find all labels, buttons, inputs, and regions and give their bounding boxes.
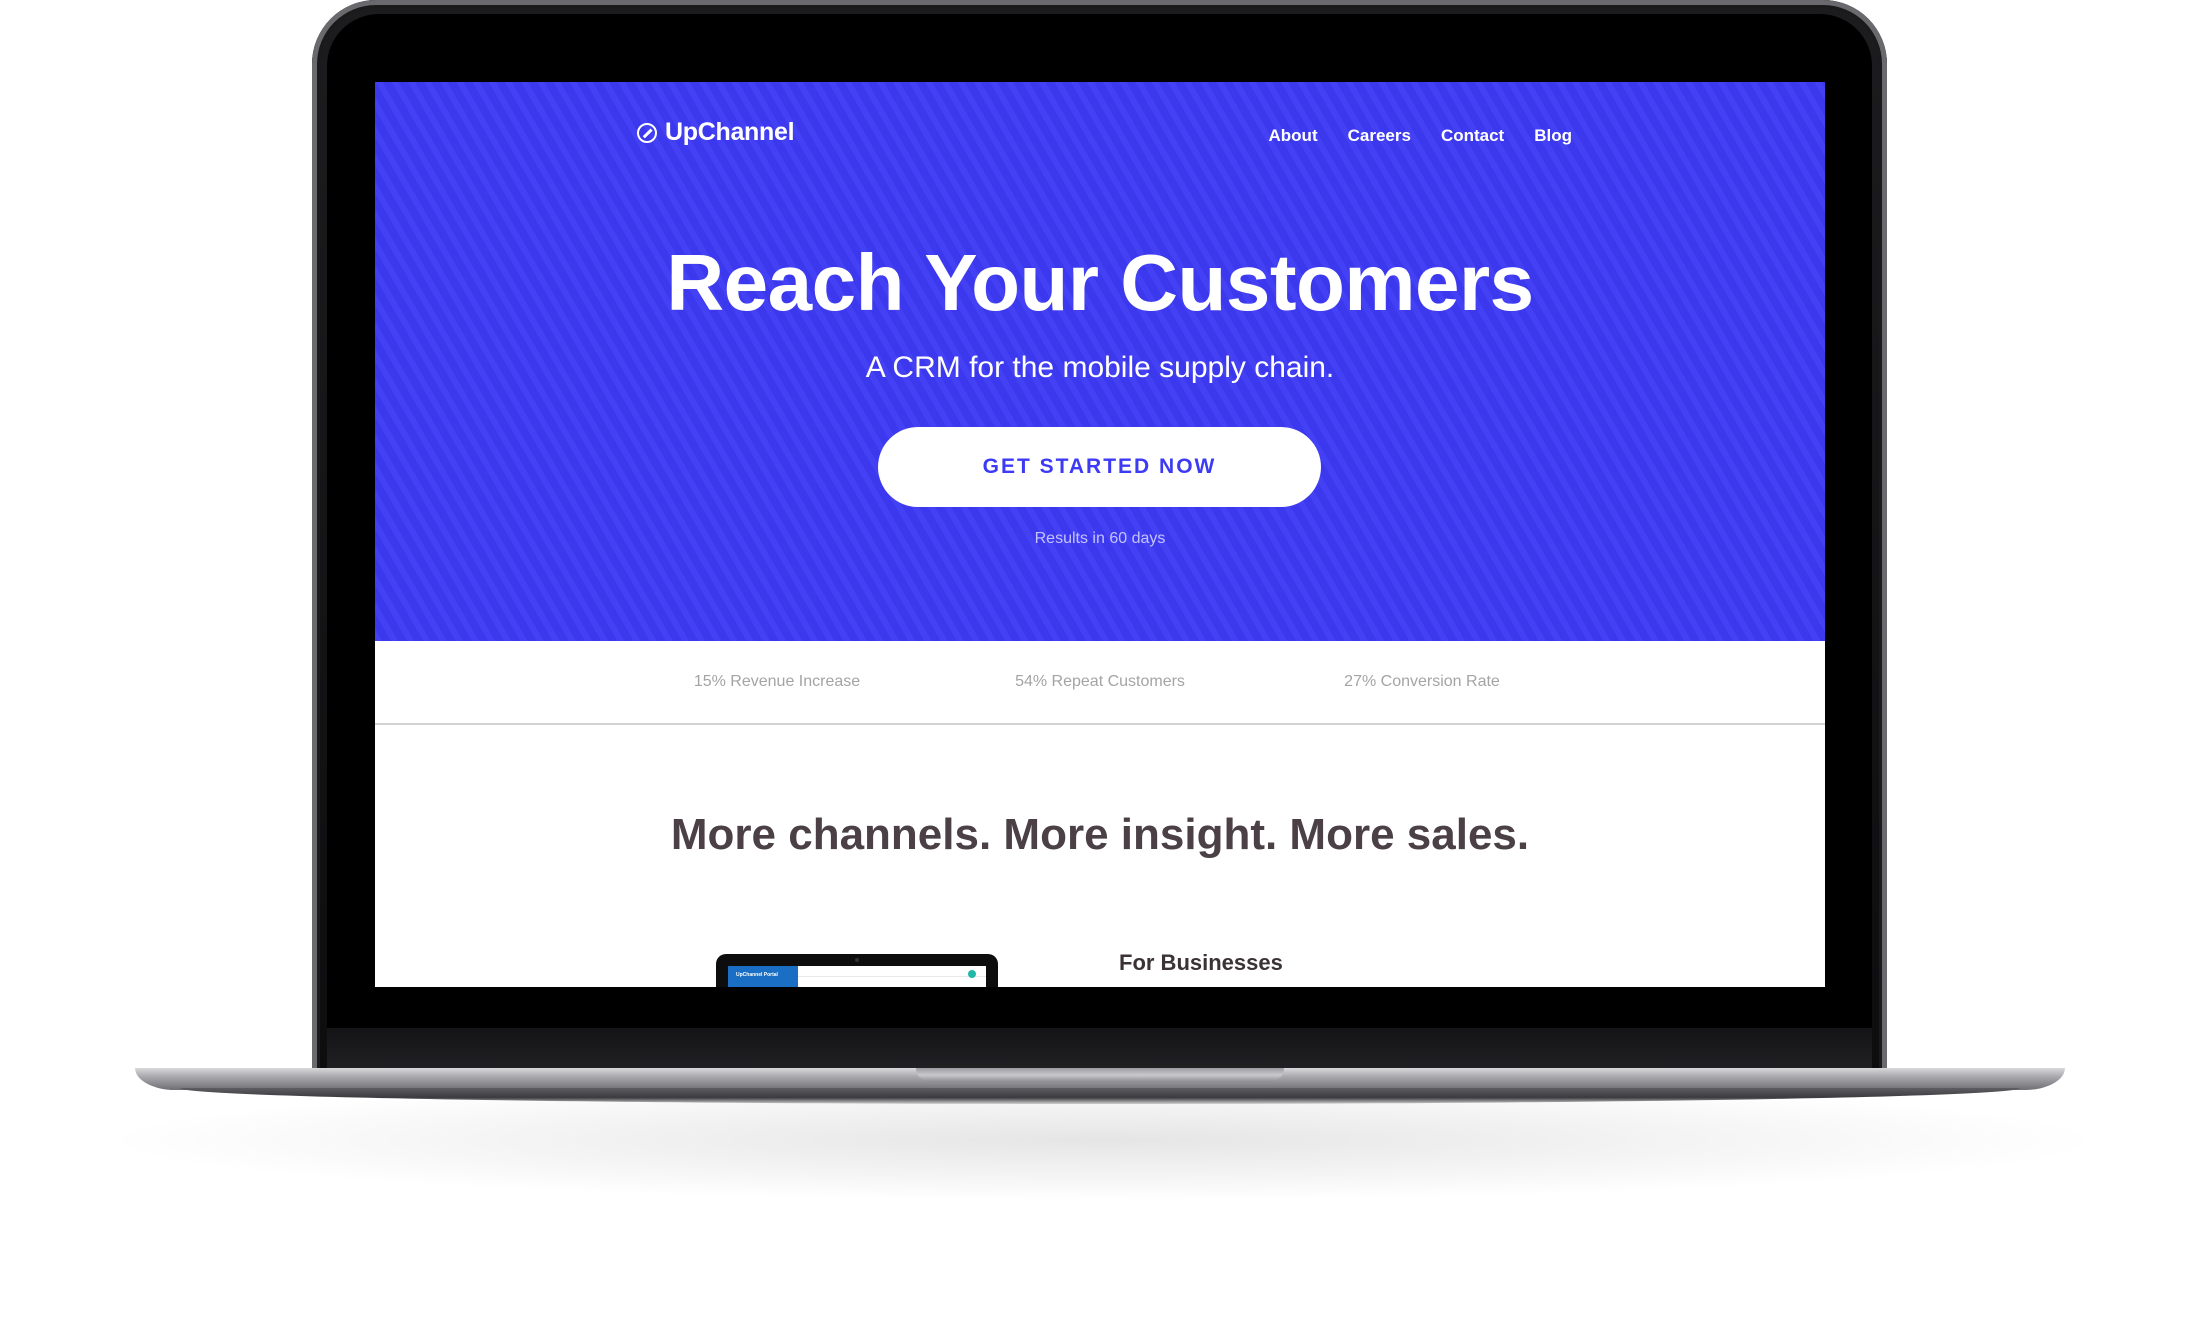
portal-preview-sidebar: UpChannel Portal <box>728 966 798 987</box>
portal-preview-label: UpChannel Portal <box>736 972 778 978</box>
hero-subtitle: A CRM for the mobile supply chain. <box>865 351 1335 384</box>
portal-preview-screen: UpChannel Portal <box>728 966 986 987</box>
brand-logo[interactable]: UpChannel <box>637 118 795 147</box>
laptop-hinge-notch <box>916 1068 1284 1082</box>
portal-preview-device: UpChannel Portal <box>716 954 998 987</box>
hero-section: UpChannel About Careers Contact Blog Rea… <box>375 82 1825 641</box>
status-dot-icon <box>968 970 976 978</box>
laptop-bezel-chin <box>327 1028 1872 1068</box>
nav-about-link[interactable]: About <box>1269 126 1318 146</box>
upchannel-logo-icon <box>637 122 657 143</box>
brand-name: UpChannel <box>665 118 795 146</box>
stat-conversion: 27% Conversion Rate <box>1344 673 1500 690</box>
nav-blog-link[interactable]: Blog <box>1534 126 1572 146</box>
nav-careers-link[interactable]: Careers <box>1348 126 1411 146</box>
features-title: More channels. More insight. More sales. <box>670 810 1530 859</box>
hero-title: Reach Your Customers <box>666 238 1534 327</box>
nav-contact-link[interactable]: Contact <box>1441 126 1504 146</box>
stats-bar: 15% Revenue Increase 54% Repeat Customer… <box>375 641 1825 725</box>
get-started-button[interactable]: GET STARTED NOW <box>878 427 1321 507</box>
camera-icon <box>855 958 859 962</box>
for-businesses-heading: For Businesses <box>1119 950 1283 975</box>
cta-note: Results in 60 days <box>1034 530 1166 547</box>
stat-revenue: 15% Revenue Increase <box>693 673 861 690</box>
top-nav: About Careers Contact Blog <box>1269 126 1572 146</box>
stat-repeat-customers: 54% Repeat Customers <box>1015 673 1185 690</box>
portal-preview-header <box>798 966 986 978</box>
laptop-screen: UpChannel About Careers Contact Blog Rea… <box>375 82 1825 987</box>
